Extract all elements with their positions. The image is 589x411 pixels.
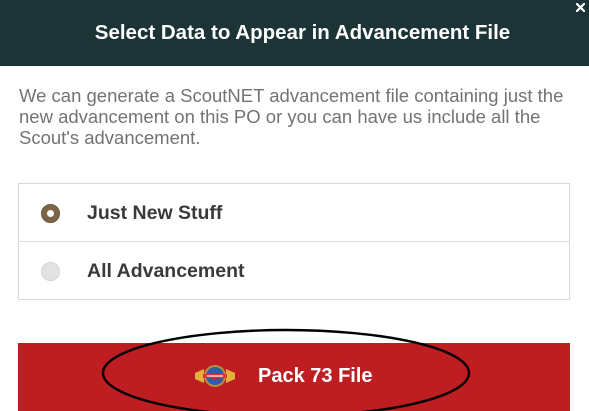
option-label: All Advancement [87, 260, 245, 282]
close-icon[interactable] [572, 0, 589, 19]
close-x-glyph [576, 3, 585, 12]
advancement-file-dialog: Select Data to Appear in Advancement Fil… [0, 0, 589, 411]
advancement-options: Just New Stuff All Advancement [18, 183, 570, 300]
pack-file-button[interactable]: Pack 73 File [18, 343, 570, 411]
pack-file-label: Pack 73 File [258, 365, 373, 387]
dialog-description: We can generate a ScoutNET advancement f… [19, 85, 564, 148]
radio-unselected-icon[interactable] [41, 262, 60, 281]
dialog-header: Select Data to Appear in Advancement Fil… [0, 0, 589, 66]
option-all-advancement[interactable]: All Advancement [19, 242, 569, 299]
option-label: Just New Stuff [87, 202, 223, 224]
scoutnet-logo-icon [195, 365, 235, 387]
option-just-new-stuff[interactable]: Just New Stuff [19, 184, 569, 242]
radio-selected-icon[interactable] [41, 204, 60, 223]
dialog-title: Select Data to Appear in Advancement Fil… [94, 21, 511, 44]
